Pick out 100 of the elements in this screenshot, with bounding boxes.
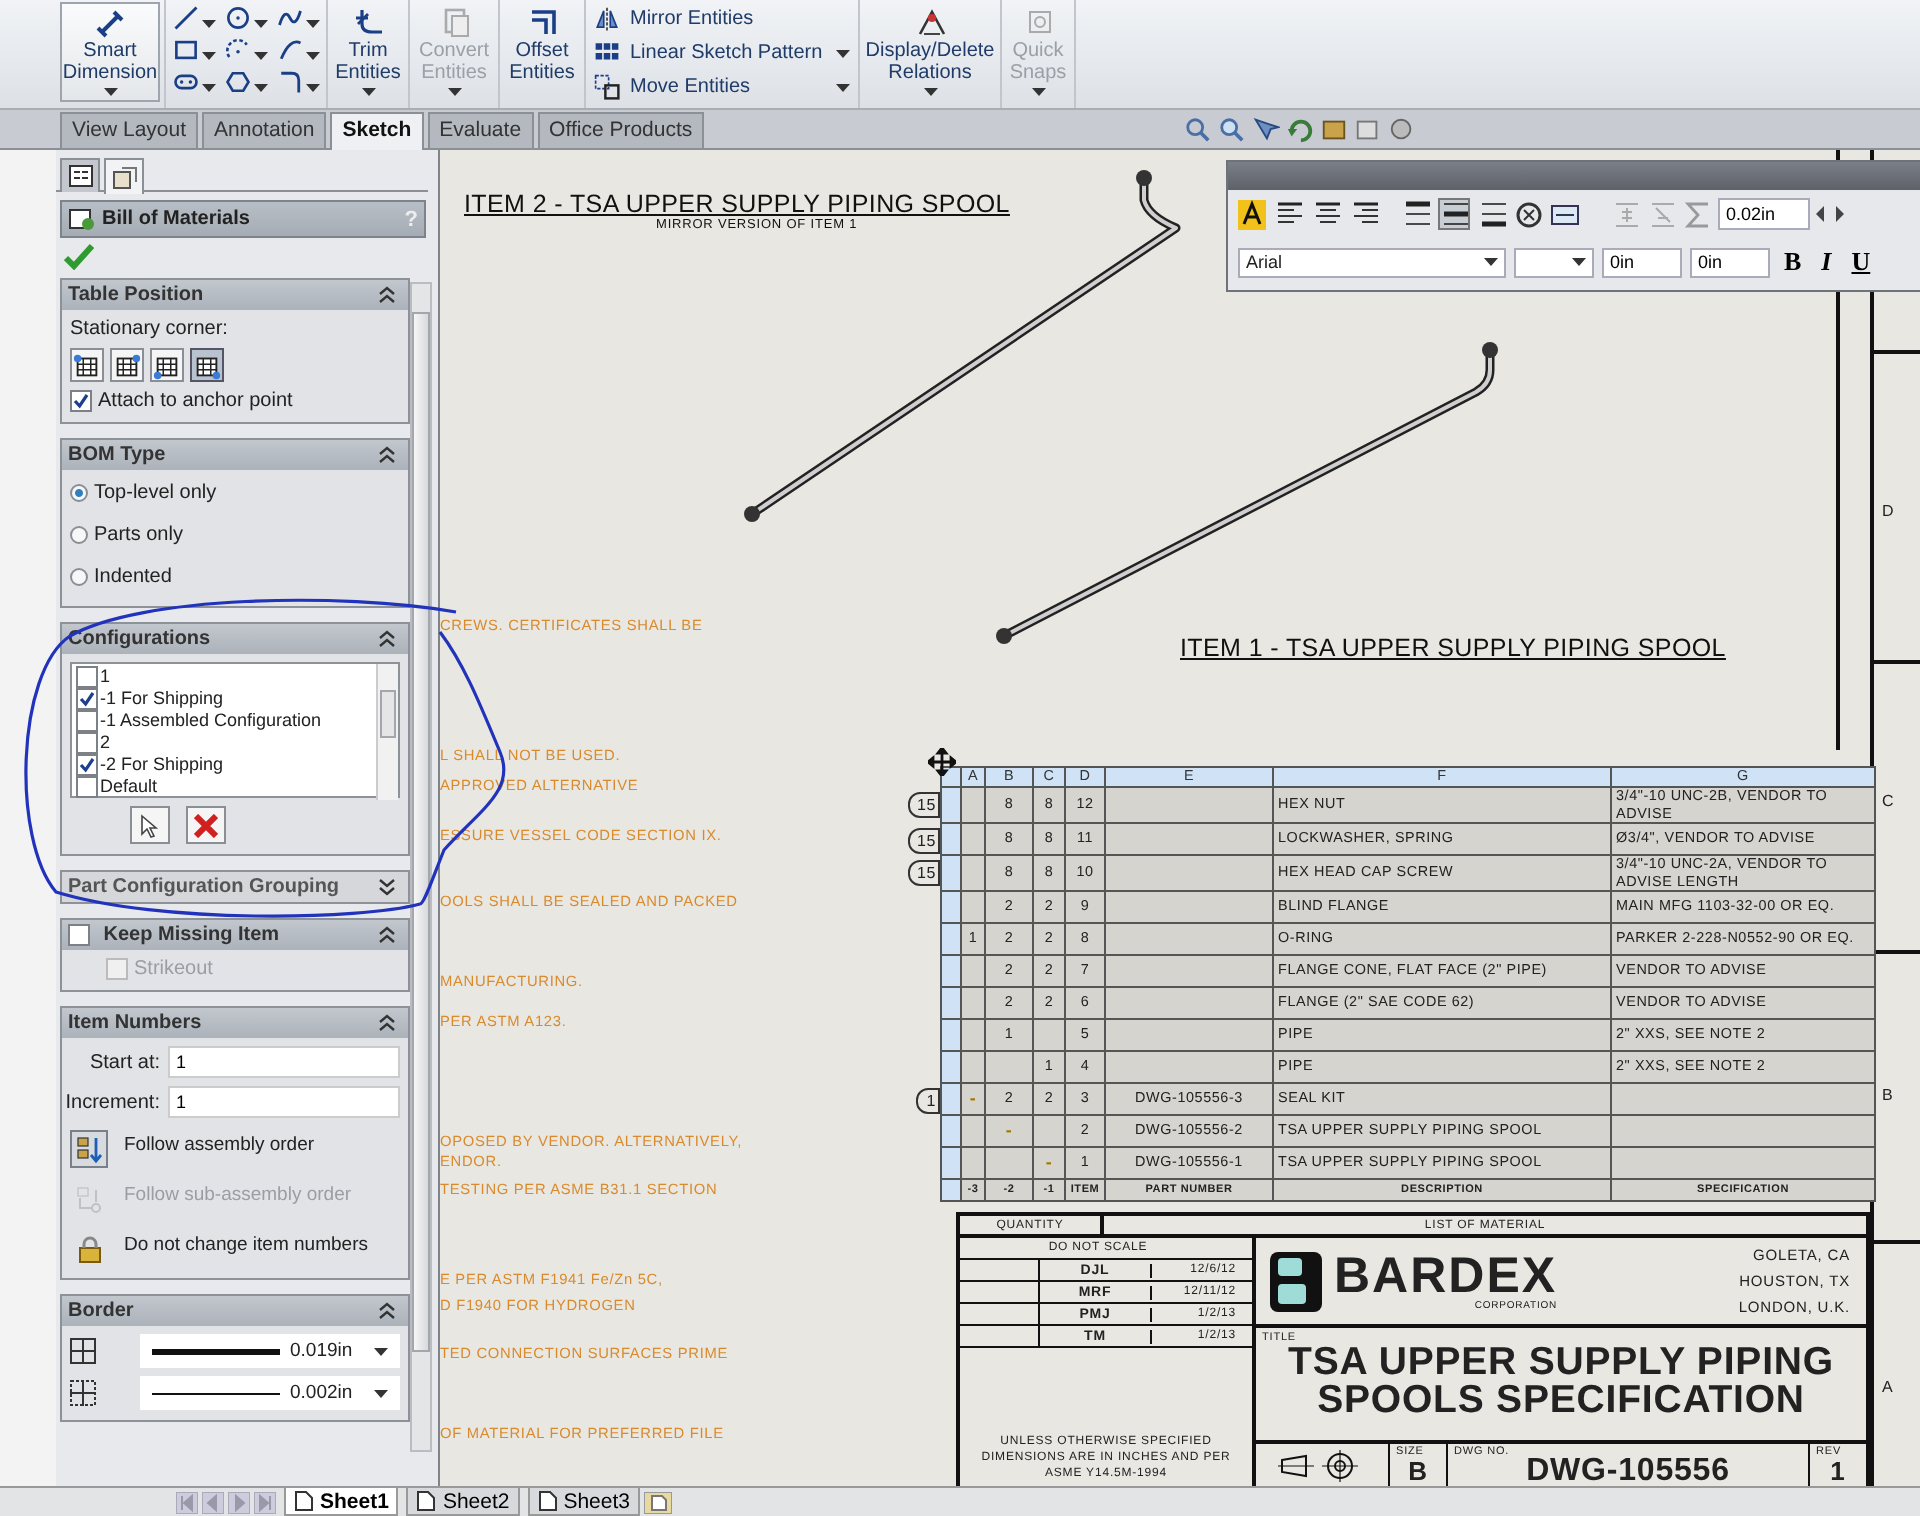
move-handle-icon[interactable] [928,748,956,776]
checkbox[interactable] [76,666,98,688]
feature-tab[interactable] [60,158,100,192]
row-handle[interactable] [941,891,961,923]
caret-icon[interactable] [306,20,320,28]
caret-icon[interactable] [202,84,216,92]
property-tab[interactable] [104,158,144,194]
sheet-tab[interactable]: Sheet3 [527,1488,640,1516]
line-weight-dropdown[interactable]: 0.002in [140,1376,400,1410]
sheet-tab[interactable]: Sheet2 [406,1488,520,1516]
radio-button[interactable] [70,484,88,502]
vertical-align-button[interactable] [1438,198,1470,230]
scrollbar[interactable] [376,664,398,800]
row-handle[interactable] [941,955,961,987]
section-header[interactable]: Table Position [62,280,408,310]
ribbon-tab[interactable]: View Layout [60,112,199,148]
sheet-tab[interactable]: Sheet1 [284,1488,399,1516]
section-header[interactable]: Border [62,1296,408,1326]
row-handle[interactable] [941,1051,961,1083]
row-handle[interactable] [941,923,961,955]
input-field[interactable]: 1 [168,1086,400,1118]
tool-button[interactable]: Linear Sketch Pattern [590,40,854,66]
anchor-corner-button[interactable] [190,348,224,382]
checkbox[interactable] [76,732,98,754]
checkbox[interactable] [76,710,98,732]
list-item[interactable]: -1 For Shipping [100,688,224,710]
box-icon[interactable] [1320,115,1349,143]
scrollbar[interactable] [410,282,432,1452]
font-size-dropdown[interactable] [1514,247,1594,277]
collapse-icon[interactable] [378,446,396,464]
select-button[interactable] [130,806,170,844]
circle-tool-icon[interactable] [224,4,252,32]
fillet-tool-icon[interactable] [276,68,304,96]
vertical-align-button[interactable] [1400,198,1432,230]
tool-button[interactable]: Smart Dimension [60,2,160,102]
rotate-icon[interactable] [1286,115,1315,143]
section-header[interactable]: BOM Type [62,440,408,470]
list-item[interactable]: Default [100,776,158,798]
checkbox[interactable] [70,390,92,412]
caret-icon[interactable] [254,20,268,28]
sphere-icon[interactable] [1388,115,1417,143]
checkbox[interactable] [68,924,90,946]
underline-button[interactable]: U [1845,246,1877,278]
tool-button[interactable]: Trim Entities [332,2,404,102]
arc-tool-icon[interactable] [224,36,252,64]
radio-button[interactable] [70,568,88,586]
collapse-icon[interactable] [378,630,396,648]
section-header[interactable]: Configurations [62,624,408,654]
vertical-align-button[interactable] [1476,198,1508,230]
tool-button[interactable]: Move Entities [590,74,854,100]
collapse-icon[interactable] [378,1302,396,1320]
list-item[interactable]: -2 For Shipping [100,754,224,776]
checkbox[interactable] [76,776,98,798]
caret-icon[interactable] [202,52,216,60]
configuration-list[interactable]: 1 -1 For Shipping -1 Assembled Configuration 2 -2 For Shipping Default [70,662,400,798]
corner-handle[interactable] [941,767,961,787]
ribbon-tab[interactable]: Office Products [537,112,705,148]
section-header[interactable]: Part Configuration Grouping [62,872,408,902]
caret-icon[interactable] [202,20,216,28]
list-item[interactable]: 1 [100,666,111,688]
input-field[interactable]: 1 [168,1046,400,1078]
line-weight-dropdown[interactable]: 0.019in [140,1334,400,1368]
frame-icon[interactable] [1550,199,1580,229]
zoom-icon[interactable] [1184,115,1213,143]
line-tool-icon[interactable] [172,4,200,32]
caret-icon[interactable] [1484,258,1498,266]
caret-icon[interactable] [306,84,320,92]
indent-field[interactable]: 0in [1602,247,1682,277]
tool-button[interactable]: Offset Entities [504,2,580,102]
caret-icon[interactable] [103,88,117,96]
ok-check-icon[interactable] [64,244,94,270]
anchor-corner-button[interactable] [110,348,144,382]
tool-button[interactable]: Display/Delete Relations [864,2,996,102]
bold-button[interactable]: B [1778,246,1808,278]
row-handle[interactable] [941,1147,961,1179]
caret-icon[interactable] [306,52,320,60]
caret-icon[interactable] [374,1347,388,1355]
row-handle[interactable] [941,987,961,1019]
collapse-icon[interactable] [378,1014,396,1032]
caret-icon[interactable] [254,84,268,92]
row-handle[interactable] [941,1179,961,1201]
row-handle[interactable] [941,1115,961,1147]
caret-icon[interactable] [923,88,937,96]
section-header[interactable]: Keep Missing Item [62,920,408,950]
option-button[interactable] [70,1130,108,1168]
list-item[interactable]: 2 [100,732,111,754]
checkbox[interactable] [76,754,98,776]
section-header[interactable]: Item Numbers [62,1008,408,1038]
caret-icon[interactable] [1572,258,1586,266]
caret-icon[interactable] [254,52,268,60]
rectangle-tool-icon[interactable] [172,36,200,64]
collapse-icon[interactable] [378,286,396,304]
row-handle[interactable] [941,1019,961,1051]
list-item[interactable]: -1 Assembled Configuration [100,710,322,732]
checkbox[interactable] [76,688,98,710]
pointer-icon[interactable] [1252,115,1281,143]
indent-field[interactable]: 0in [1690,247,1770,277]
ribbon-tab[interactable]: Evaluate [427,112,534,148]
collapse-icon[interactable] [378,926,396,944]
radio-button[interactable] [70,526,88,544]
